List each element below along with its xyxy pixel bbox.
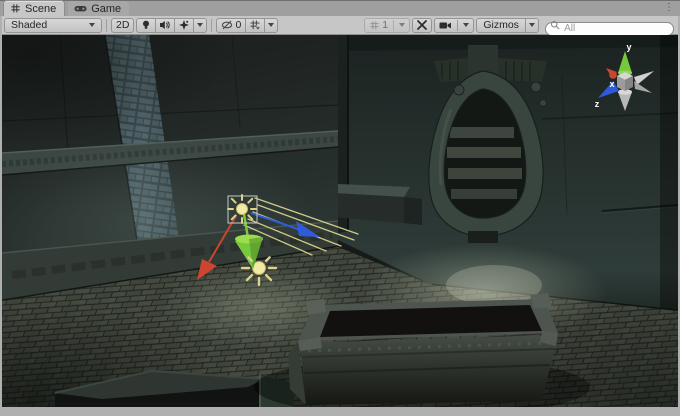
effects-toggle-button[interactable] bbox=[174, 18, 194, 33]
axis-label-z: z bbox=[595, 99, 600, 109]
chevron-down-icon bbox=[463, 23, 469, 27]
grid-icon bbox=[369, 20, 380, 31]
search-box bbox=[545, 18, 674, 32]
lightbulb-icon bbox=[140, 19, 152, 31]
axis-label-y: y bbox=[626, 42, 631, 52]
search-input[interactable] bbox=[545, 22, 674, 36]
gamepad-icon bbox=[74, 3, 87, 14]
lighting-toggle-button[interactable] bbox=[136, 18, 156, 33]
tools-overlay-button[interactable] bbox=[412, 18, 432, 33]
camera-button[interactable] bbox=[434, 18, 474, 33]
axis-label-x: x bbox=[609, 79, 614, 89]
draw-mode-label: Shaded bbox=[11, 19, 47, 31]
gizmos-dropdown-caret[interactable] bbox=[525, 18, 539, 33]
gizmos-dropdown[interactable]: Gizmos bbox=[476, 18, 526, 33]
eye-hidden-icon bbox=[221, 19, 233, 31]
chevron-down-icon bbox=[89, 23, 95, 27]
grid-snap-button[interactable] bbox=[245, 18, 265, 33]
grid-icon bbox=[10, 3, 21, 14]
effects-star-icon bbox=[178, 19, 190, 31]
chevron-down-icon bbox=[197, 23, 203, 27]
grid-snap-dropdown-button[interactable] bbox=[264, 18, 278, 33]
chevron-down-icon bbox=[399, 23, 405, 27]
grid-level: 1 bbox=[382, 19, 388, 31]
tab-game-label: Game bbox=[91, 3, 121, 15]
chevron-down-icon bbox=[268, 23, 274, 27]
search-icon bbox=[550, 20, 561, 31]
gizmo-cube[interactable] bbox=[617, 72, 633, 91]
tools-icon bbox=[416, 19, 428, 31]
speaker-icon bbox=[159, 19, 171, 31]
scene-view-window: Scene Game ⋮ Shaded 2D bbox=[0, 0, 680, 416]
draw-mode-dropdown[interactable]: Shaded bbox=[4, 18, 102, 33]
chevron-down-icon bbox=[529, 23, 535, 27]
toolbar-separator bbox=[106, 19, 107, 32]
hidden-count: 0 bbox=[235, 19, 241, 31]
panel-tab-bar: Scene Game ⋮ bbox=[0, 0, 680, 16]
toggle-2d-button[interactable]: 2D bbox=[111, 18, 134, 33]
tab-scene[interactable]: Scene bbox=[4, 1, 64, 16]
toolbar-separator bbox=[211, 19, 212, 32]
kebab-menu-icon[interactable]: ⋮ bbox=[658, 0, 680, 14]
camera-icon bbox=[439, 20, 452, 31]
scene-render: y x z bbox=[2, 35, 678, 407]
tab-game[interactable]: Game bbox=[68, 1, 129, 16]
hidden-objects-button[interactable]: 0 bbox=[216, 18, 246, 33]
grid-snap-icon bbox=[249, 19, 261, 31]
tab-scene-label: Scene bbox=[25, 3, 56, 15]
scene-viewport[interactable]: y x z bbox=[2, 35, 678, 407]
scene-toolbar: Shaded 2D bbox=[2, 16, 678, 35]
effects-dropdown-button[interactable] bbox=[193, 18, 207, 33]
alcove[interactable] bbox=[429, 45, 547, 243]
directional-light-gizmo[interactable] bbox=[228, 195, 257, 223]
grid-visibility-button[interactable]: 1 bbox=[364, 18, 410, 33]
audio-toggle-button[interactable] bbox=[155, 18, 175, 33]
